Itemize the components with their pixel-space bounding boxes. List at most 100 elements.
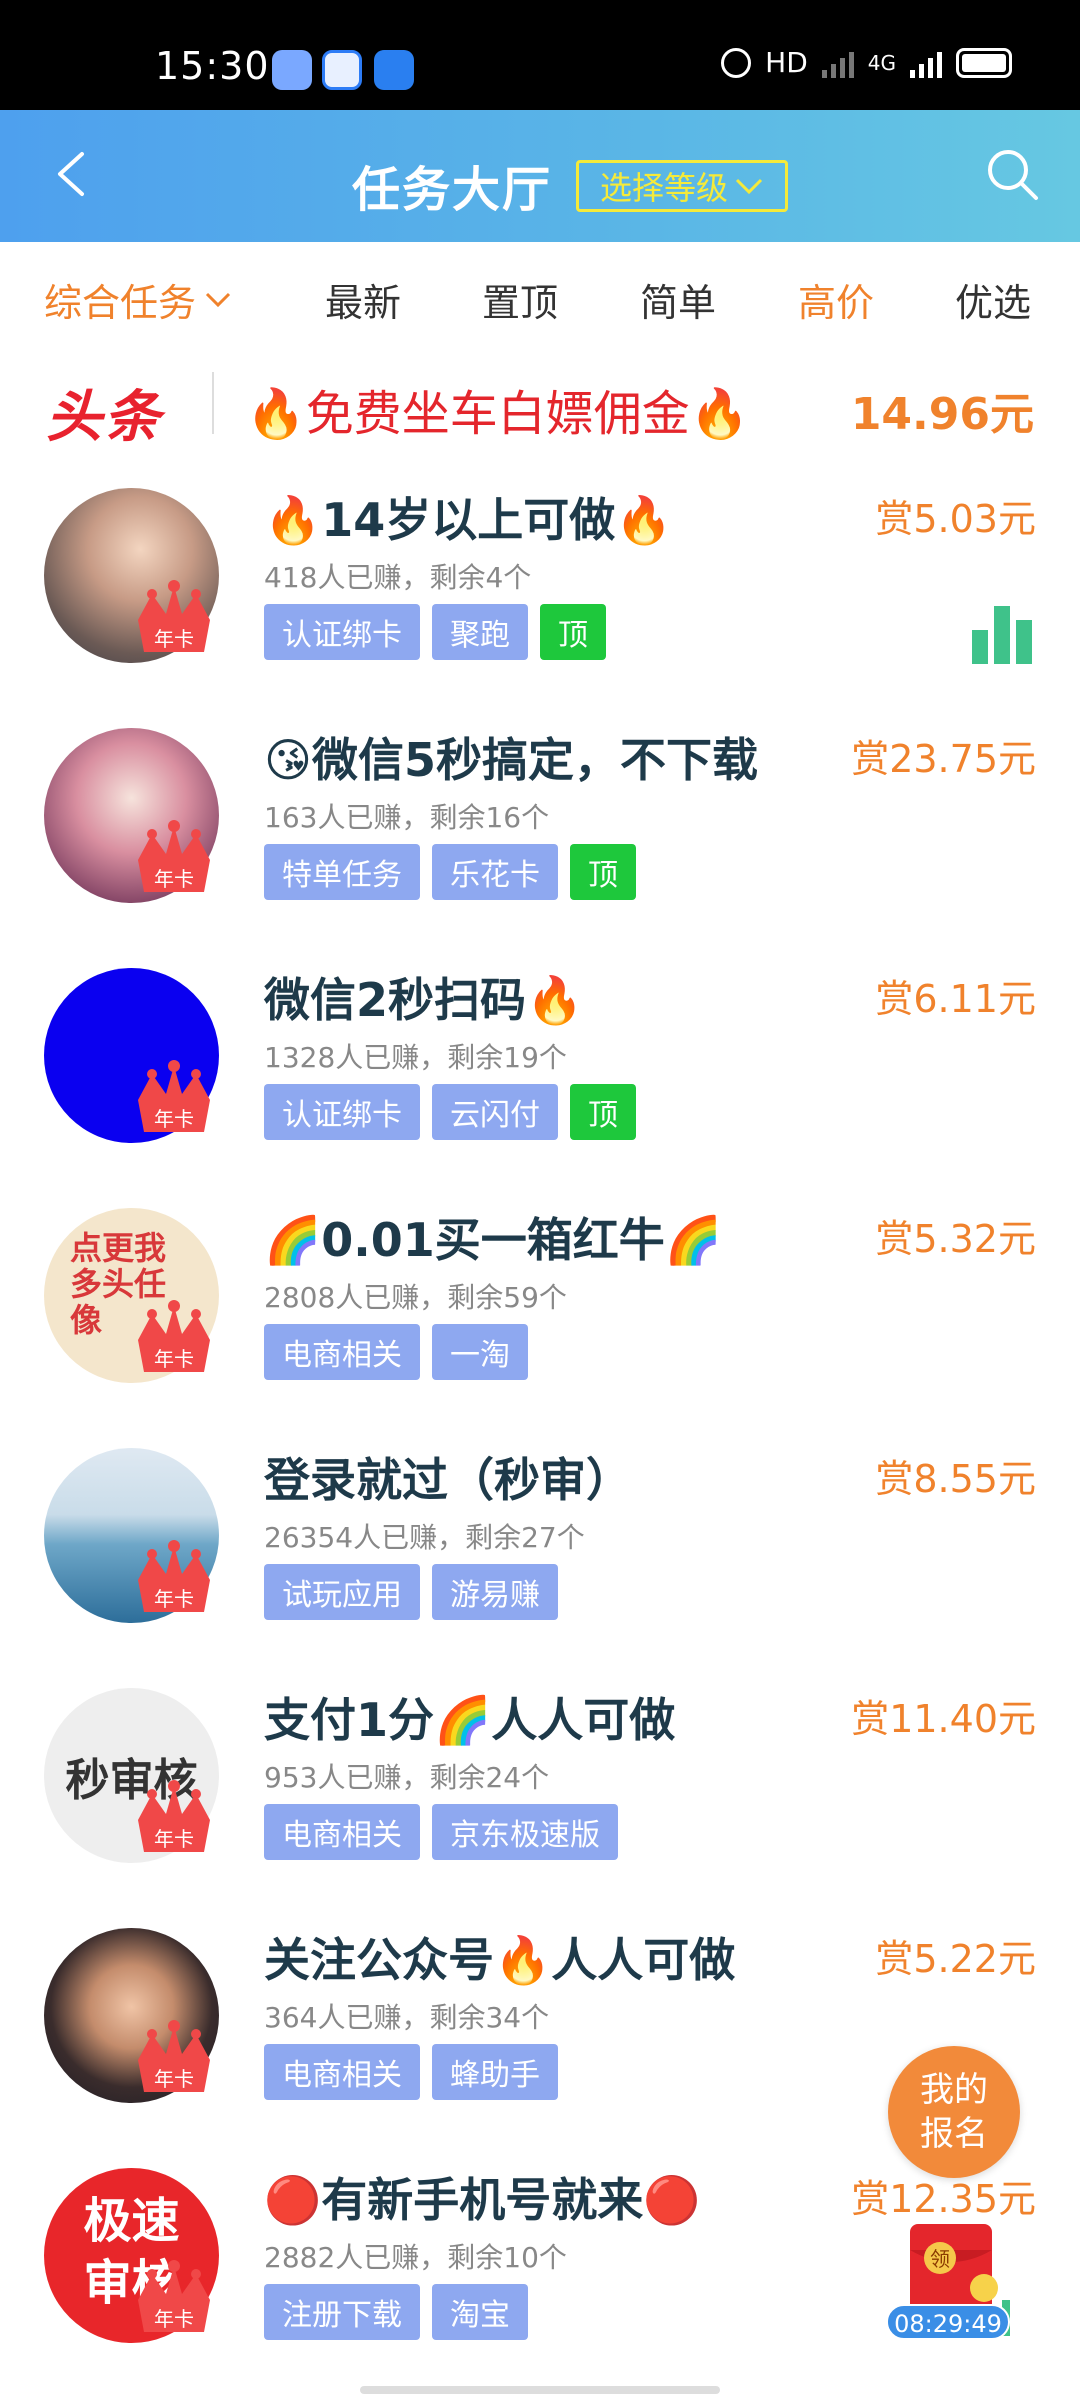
filter-tabs: 综合任务 最新 置顶 简单 高价 优选	[0, 242, 1080, 350]
task-tag: 京东极速版	[432, 1804, 618, 1860]
crown-label: 年卡	[154, 1587, 194, 1611]
task-tag: 试玩应用	[264, 1564, 420, 1620]
task-row[interactable]: 年卡 登录就过（秒审） 26354人已赚，剩余27个 试玩应用 游易赚 赏8.5…	[0, 1420, 1080, 1660]
task-stats: 26354人已赚，剩余27个	[264, 1521, 585, 1554]
task-reward: 赏6.11元	[875, 977, 1036, 1021]
tab-pinned[interactable]: 置顶	[482, 272, 558, 327]
chevron-down-icon	[735, 178, 763, 195]
page-title: 任务大厅	[352, 162, 553, 218]
pinned-tag: 顶	[570, 844, 636, 900]
avatar-text: 极速	[83, 2193, 180, 2249]
task-row[interactable]: 年卡 🔥14岁以上可做🔥 418人已赚，剩余4个 认证绑卡 聚跑 顶 赏5.03…	[0, 460, 1080, 700]
task-tags: 电商相关 蜂助手	[264, 2044, 558, 2100]
task-tag: 认证绑卡	[264, 604, 420, 660]
task-reward: 赏5.03元	[875, 497, 1036, 541]
tab-high-price[interactable]: 高价	[798, 272, 874, 327]
task-tag: 淘宝	[432, 2284, 528, 2340]
crown-badge-icon: 年卡	[138, 1300, 210, 1372]
countdown-timer: 08:29:49	[886, 2304, 1010, 2340]
status-right: HD 4G	[721, 46, 1012, 79]
select-level-button[interactable]: 选择等级	[576, 160, 788, 212]
status-time: 15:30	[155, 44, 270, 88]
crown-badge-icon: 年卡	[138, 580, 210, 652]
task-reward: 赏11.40元	[851, 1697, 1036, 1741]
tab-preferred[interactable]: 优选	[955, 272, 1031, 327]
app-notification-icon	[322, 50, 362, 90]
task-tag: 乐花卡	[432, 844, 558, 900]
task-tags: 电商相关 一淘	[264, 1324, 528, 1380]
app-notification-icon	[272, 50, 312, 90]
crown-badge-icon: 年卡	[138, 1540, 210, 1612]
task-tags: 特单任务 乐花卡 顶	[264, 844, 636, 900]
task-reward: 赏5.32元	[875, 1217, 1036, 1261]
headline-text: 🔥免费坐车白嫖佣金🔥	[246, 386, 750, 442]
task-row[interactable]: 秒审核 年卡 支付1分🌈人人可做 953人已赚，剩余24个 电商相关 京东极速版…	[0, 1660, 1080, 1900]
my-signup-button[interactable]: 我的报名	[888, 2046, 1020, 2178]
task-tags: 认证绑卡 聚跑 顶	[264, 604, 606, 660]
tab-latest[interactable]: 最新	[325, 272, 401, 327]
crown-label: 年卡	[154, 627, 194, 651]
task-reward: 赏5.22元	[875, 1937, 1036, 1981]
headline-banner[interactable]: 头条 🔥免费坐车白嫖佣金🔥 14.96元	[0, 350, 1080, 460]
select-level-label: 选择等级	[599, 169, 728, 207]
battery-icon	[956, 47, 1012, 78]
chevron-down-icon	[205, 292, 231, 307]
header: 任务大厅 选择等级	[0, 110, 1080, 242]
network-label: HD	[765, 46, 808, 79]
task-stats: 418人已赚，剩余4个	[264, 561, 532, 594]
task-tag: 聚跑	[432, 604, 528, 660]
task-row[interactable]: 年卡 😘微信5秒搞定，不下载 163人已赚，剩余16个 特单任务 乐花卡 顶 赏…	[0, 700, 1080, 940]
pinned-tag: 顶	[540, 604, 606, 660]
task-title: 登录就过（秒审）	[264, 1453, 632, 1507]
crown-badge-icon: 年卡	[138, 1060, 210, 1132]
task-row[interactable]: 年卡 微信2秒扫码🔥 1328人已赚，剩余19个 认证绑卡 云闪付 顶 赏6.1…	[0, 940, 1080, 1180]
task-tag: 电商相关	[264, 2044, 420, 2100]
task-title: 🌈0.01买一箱红牛🌈	[264, 1213, 723, 1267]
task-tags: 试玩应用 游易赚	[264, 1564, 558, 1620]
crown-label: 年卡	[154, 1107, 194, 1131]
crown-badge-icon: 年卡	[138, 2020, 210, 2092]
red-packet-label: 领	[930, 2247, 950, 2271]
task-stats: 364人已赚，剩余34个	[264, 2001, 550, 2034]
task-tag: 游易赚	[432, 1564, 558, 1620]
task-stats: 2882人已赚，剩余10个	[264, 2241, 567, 2274]
headline-badge: 头条	[46, 385, 162, 450]
task-title: 😘微信5秒搞定，不下载	[264, 733, 758, 787]
divider	[212, 372, 214, 434]
task-stats: 953人已赚，剩余24个	[264, 1761, 550, 1794]
pinned-tag: 顶	[570, 1084, 636, 1140]
crown-badge-icon: 年卡	[138, 2260, 210, 2332]
signal-icon	[821, 48, 854, 78]
task-tags: 注册下载 淘宝	[264, 2284, 528, 2340]
tab-comprehensive[interactable]: 综合任务	[44, 272, 232, 327]
task-title: 微信2秒扫码🔥	[264, 973, 584, 1027]
back-icon[interactable]	[50, 150, 98, 198]
headline-price: 14.96元	[850, 389, 1034, 440]
task-tags: 认证绑卡 云闪付 顶	[264, 1084, 636, 1140]
task-row[interactable]: 点更我多头任像 年卡 🌈0.01买一箱红牛🌈 2808人已赚，剩余59个 电商相…	[0, 1180, 1080, 1420]
crown-label: 年卡	[154, 2067, 194, 2091]
crown-label: 年卡	[154, 1347, 194, 1371]
crown-badge-icon: 年卡	[138, 820, 210, 892]
alarm-icon	[721, 47, 752, 78]
search-icon[interactable]	[984, 146, 1040, 202]
task-tags: 电商相关 京东极速版	[264, 1804, 618, 1860]
task-tag: 蜂助手	[432, 2044, 558, 2100]
status-bar: 15:30 HD 4G	[0, 0, 1080, 110]
crown-label: 年卡	[154, 1827, 194, 1851]
task-tag: 认证绑卡	[264, 1084, 420, 1140]
task-reward: 赏23.75元	[851, 737, 1036, 781]
tab-label: 综合任务	[44, 281, 197, 325]
task-stats: 2808人已赚，剩余59个	[264, 1281, 567, 1314]
crown-label: 年卡	[154, 2307, 194, 2331]
task-tag: 注册下载	[264, 2284, 420, 2340]
task-reward: 赏8.55元	[875, 1457, 1036, 1501]
crown-badge-icon: 年卡	[138, 1780, 210, 1852]
bar-chart-icon[interactable]	[972, 602, 1036, 664]
task-tag: 电商相关	[264, 1324, 420, 1380]
home-indicator[interactable]	[360, 2386, 720, 2394]
crown-label: 年卡	[154, 867, 194, 891]
task-tag: 特单任务	[264, 844, 420, 900]
tab-simple[interactable]: 简单	[640, 272, 716, 327]
task-title: 支付1分🌈人人可做	[264, 1693, 676, 1747]
